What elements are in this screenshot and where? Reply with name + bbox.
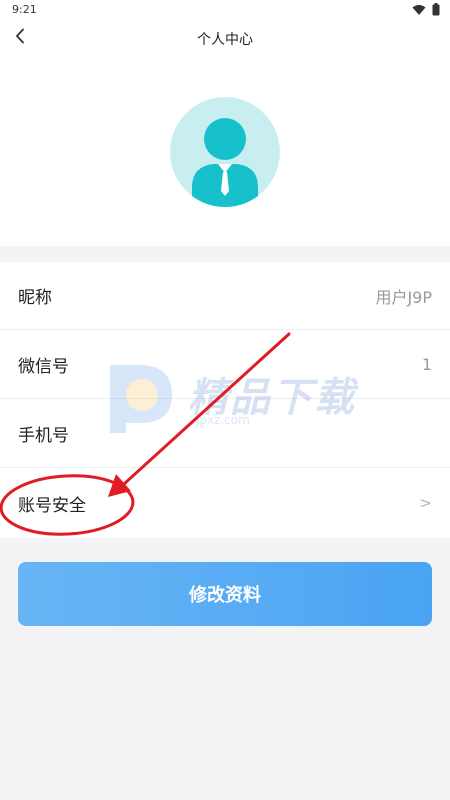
- account-security-row[interactable]: 账号安全 >: [0, 469, 450, 537]
- edit-profile-button[interactable]: 修改资料: [18, 562, 432, 626]
- phone-row[interactable]: 手机号: [0, 400, 450, 468]
- wechat-value: 1: [421, 355, 432, 374]
- profile-info-list: 昵称 用户J9P 微信号 1 手机号 账号安全 >: [0, 262, 450, 538]
- status-bar: 9:21: [0, 0, 450, 20]
- nickname-value: 用户J9P: [375, 287, 432, 307]
- user-avatar-icon: [170, 97, 280, 207]
- account-security-label: 账号安全: [18, 495, 86, 516]
- status-time: 9:21: [12, 3, 37, 16]
- status-icons: [412, 1, 440, 20]
- nickname-label: 昵称: [18, 288, 52, 308]
- nickname-row[interactable]: 昵称 用户J9P: [0, 262, 450, 330]
- avatar-section: [0, 56, 450, 246]
- wifi-icon: [412, 1, 426, 20]
- avatar[interactable]: [170, 97, 280, 207]
- page-title: 个人中心: [197, 32, 253, 48]
- nav-bar: 个人中心: [0, 20, 450, 56]
- phone-label: 手机号: [18, 426, 69, 446]
- wechat-label: 微信号: [18, 357, 69, 377]
- wechat-row[interactable]: 微信号 1: [0, 331, 450, 399]
- chevron-right-icon: >: [419, 494, 432, 512]
- battery-icon: [432, 1, 440, 20]
